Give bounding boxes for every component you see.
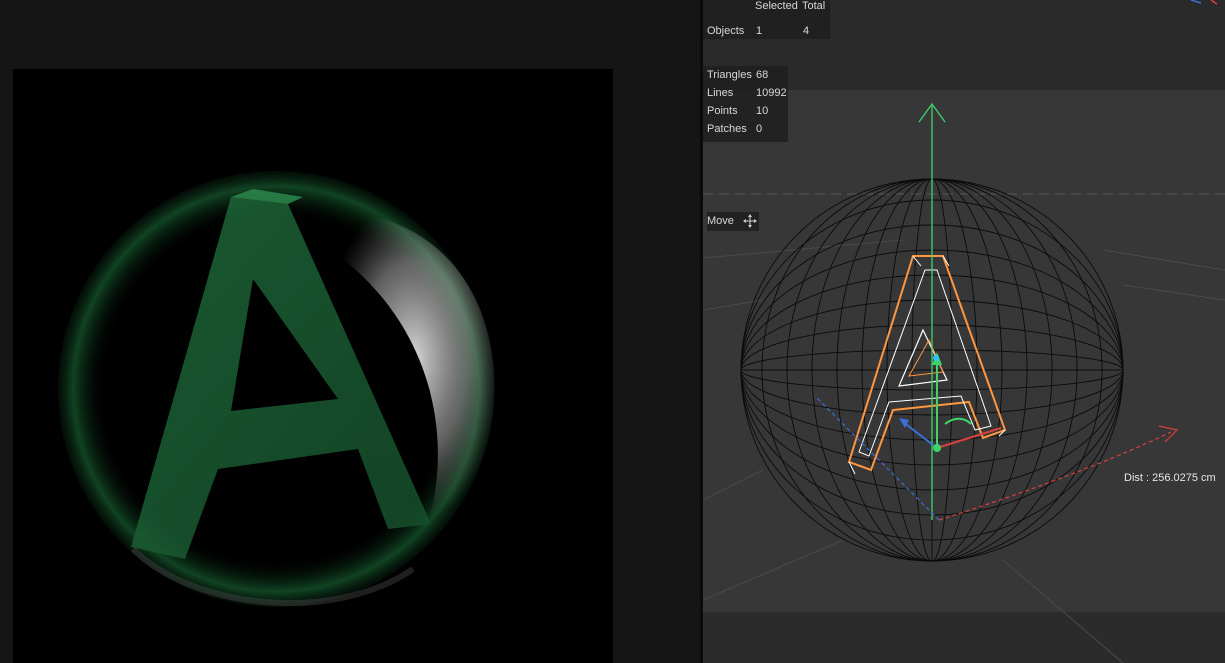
gizmo-center[interactable] [933,444,941,452]
view-axis-indicator [1190,0,1218,5]
objects-selected-value: 1 [756,25,763,37]
object-stats-hud: Selected Total Objects 1 4 [703,0,830,39]
active-tool-label: Move [707,215,734,227]
move-icon [743,214,757,228]
col-total-header: Total [802,0,826,12]
lines-label: Lines [707,87,734,99]
points-value: 10 [756,105,769,117]
active-tool-hud[interactable]: Move [707,212,759,231]
points-label: Points [707,105,738,117]
gizmo-x-handle[interactable] [936,427,1002,449]
distance-readout: Dist : 256.0275 cm [1124,472,1216,484]
ground-grid [703,239,1225,663]
render-image [58,171,495,607]
render-canvas [13,69,613,663]
col-selected-header: Selected [755,0,798,12]
render-preview-pane [0,0,700,663]
objects-total-value: 4 [803,25,810,37]
geometry-stats-hud: Triangles 68 Lines 10992 Points 10 Patch… [703,66,788,142]
triangles-label: Triangles [707,69,752,81]
lines-value: 10992 [756,87,787,99]
patches-value: 0 [756,123,763,135]
patches-label: Patches [707,123,747,135]
objects-label: Objects [707,25,745,37]
3d-viewport[interactable]: Selected Total Objects 1 4 Triangles 68 … [703,0,1225,663]
triangles-value: 68 [756,69,769,81]
